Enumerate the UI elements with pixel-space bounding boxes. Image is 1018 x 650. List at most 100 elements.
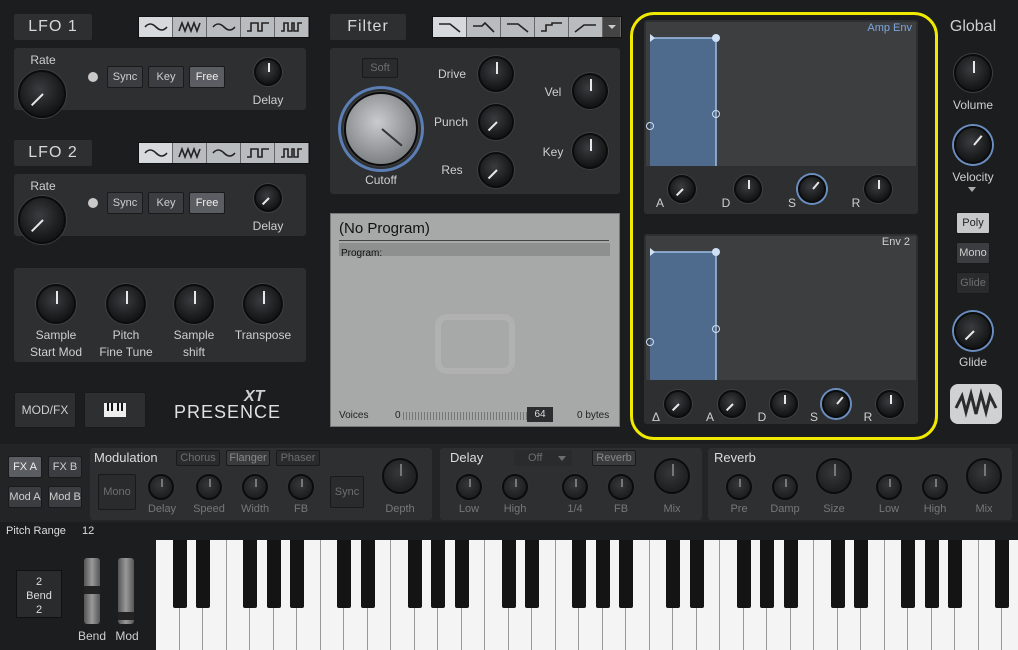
flanger-button[interactable]: Flanger (226, 450, 270, 466)
mod-b-button[interactable]: Mod B (48, 486, 82, 508)
black-key[interactable] (595, 540, 610, 608)
noise-wave-icon[interactable] (173, 143, 207, 163)
mod-fb-knob[interactable] (288, 474, 314, 500)
glide-knob[interactable] (954, 312, 992, 350)
delay-time-knob[interactable] (562, 474, 588, 500)
voices-slider[interactable] (403, 412, 527, 420)
velocity-dropdown-icon[interactable] (968, 187, 976, 192)
punch-knob[interactable] (478, 104, 514, 140)
volume-knob[interactable] (954, 54, 992, 92)
delay-high-knob[interactable] (502, 474, 528, 500)
square-wave-icon[interactable] (241, 143, 275, 163)
mod-sync-button[interactable]: Sync (330, 476, 364, 508)
res-knob[interactable] (478, 152, 514, 188)
velocity-knob[interactable] (954, 126, 992, 164)
filter-type-selector[interactable] (432, 16, 622, 38)
black-key[interactable] (337, 540, 351, 608)
black-key[interactable] (266, 540, 281, 608)
black-key[interactable] (172, 540, 187, 608)
lfo1-rate-knob[interactable] (18, 70, 66, 118)
reverb-mix-knob[interactable] (966, 458, 1002, 494)
mod-wheel[interactable] (118, 558, 134, 624)
black-key[interactable] (924, 540, 939, 608)
black-key[interactable] (290, 540, 304, 608)
key-knob[interactable] (572, 133, 608, 169)
fx-a-button[interactable]: FX A (8, 456, 42, 478)
lowpass-resonant-icon[interactable] (467, 17, 501, 37)
lfo1-delay-knob[interactable] (254, 58, 282, 86)
soft-button[interactable]: Soft (362, 58, 398, 78)
sample-shift-knob[interactable] (174, 284, 214, 324)
mod-depth-knob[interactable] (382, 458, 418, 494)
delay-mix-knob[interactable] (654, 458, 690, 494)
mod-speed-knob[interactable] (196, 474, 222, 500)
black-key[interactable] (666, 540, 680, 608)
cutoff-knob[interactable] (344, 92, 418, 166)
pulse-wave-icon[interactable] (275, 17, 309, 37)
black-key[interactable] (572, 540, 586, 608)
lfo2-waveform-selector[interactable] (138, 142, 310, 164)
triangle-wave-icon[interactable] (207, 143, 241, 163)
pitch-range-value[interactable]: 12 (82, 525, 94, 537)
reverb-high-knob[interactable] (922, 474, 948, 500)
voices-value[interactable]: 64 (527, 407, 553, 422)
mod-width-knob[interactable] (242, 474, 268, 500)
black-key[interactable] (196, 540, 210, 608)
black-key[interactable] (948, 540, 962, 608)
mod-a-button[interactable]: Mod A (8, 486, 42, 508)
delay-low-knob[interactable] (456, 474, 482, 500)
lfo2-rate-knob[interactable] (18, 196, 66, 244)
dropdown-arrow-icon[interactable] (603, 17, 621, 37)
modfx-button[interactable]: MOD/FX (14, 392, 76, 428)
keyboard-button[interactable] (84, 392, 146, 428)
delay-mode-dropdown[interactable]: Off (514, 450, 572, 466)
lfo2-delay-knob[interactable] (254, 184, 282, 212)
mod-delay-knob[interactable] (148, 474, 174, 500)
black-key[interactable] (360, 540, 375, 608)
black-key[interactable] (501, 540, 516, 608)
black-key[interactable] (901, 540, 915, 608)
glide-button[interactable]: Glide (956, 272, 990, 294)
black-key[interactable] (243, 540, 257, 608)
black-key[interactable] (431, 540, 445, 608)
lfo1-sync-button[interactable]: Sync (107, 66, 143, 88)
sample-start-mod-knob[interactable] (36, 284, 76, 324)
fx-b-button[interactable]: FX B (48, 456, 82, 478)
phaser-button[interactable]: Phaser (276, 450, 320, 466)
reverb-size-knob[interactable] (816, 458, 852, 494)
black-key[interactable] (830, 540, 845, 608)
black-key[interactable] (854, 540, 868, 608)
triangle-wave-icon[interactable] (207, 17, 241, 37)
sine-wave-icon[interactable] (139, 17, 173, 37)
black-key[interactable] (995, 540, 1009, 608)
chorus-button[interactable]: Chorus (176, 450, 220, 466)
black-key[interactable] (783, 540, 798, 608)
notch-icon[interactable] (535, 17, 569, 37)
pitch-fine-tune-knob[interactable] (106, 284, 146, 324)
vel-knob[interactable] (572, 73, 608, 109)
noise-wave-icon[interactable] (173, 17, 207, 37)
pitch-bend-wheel[interactable] (84, 558, 100, 624)
poly-button[interactable]: Poly (956, 212, 990, 234)
lfo1-waveform-selector[interactable] (138, 16, 310, 38)
black-key[interactable] (689, 540, 704, 608)
drive-knob[interactable] (478, 56, 514, 92)
pulse-wave-icon[interactable] (275, 143, 309, 163)
lfo1-key-button[interactable]: Key (148, 66, 184, 88)
delay-reverb-button[interactable]: Reverb (592, 450, 636, 466)
lfo2-free-button[interactable]: Free (189, 192, 225, 214)
square-wave-icon[interactable] (241, 17, 275, 37)
delay-fb-knob[interactable] (608, 474, 634, 500)
lowpass-icon[interactable] (433, 17, 467, 37)
black-key[interactable] (454, 540, 469, 608)
bend-display[interactable]: 2 Bend 2 (16, 570, 62, 618)
lfo2-sync-button[interactable]: Sync (107, 192, 143, 214)
transpose-knob[interactable] (243, 284, 283, 324)
black-key[interactable] (736, 540, 751, 608)
reverb-low-knob[interactable] (876, 474, 902, 500)
bandpass-icon[interactable] (501, 17, 535, 37)
black-key[interactable] (619, 540, 633, 608)
lfo2-key-button[interactable]: Key (148, 192, 184, 214)
black-key[interactable] (760, 540, 774, 608)
lfo1-free-button[interactable]: Free (189, 66, 225, 88)
